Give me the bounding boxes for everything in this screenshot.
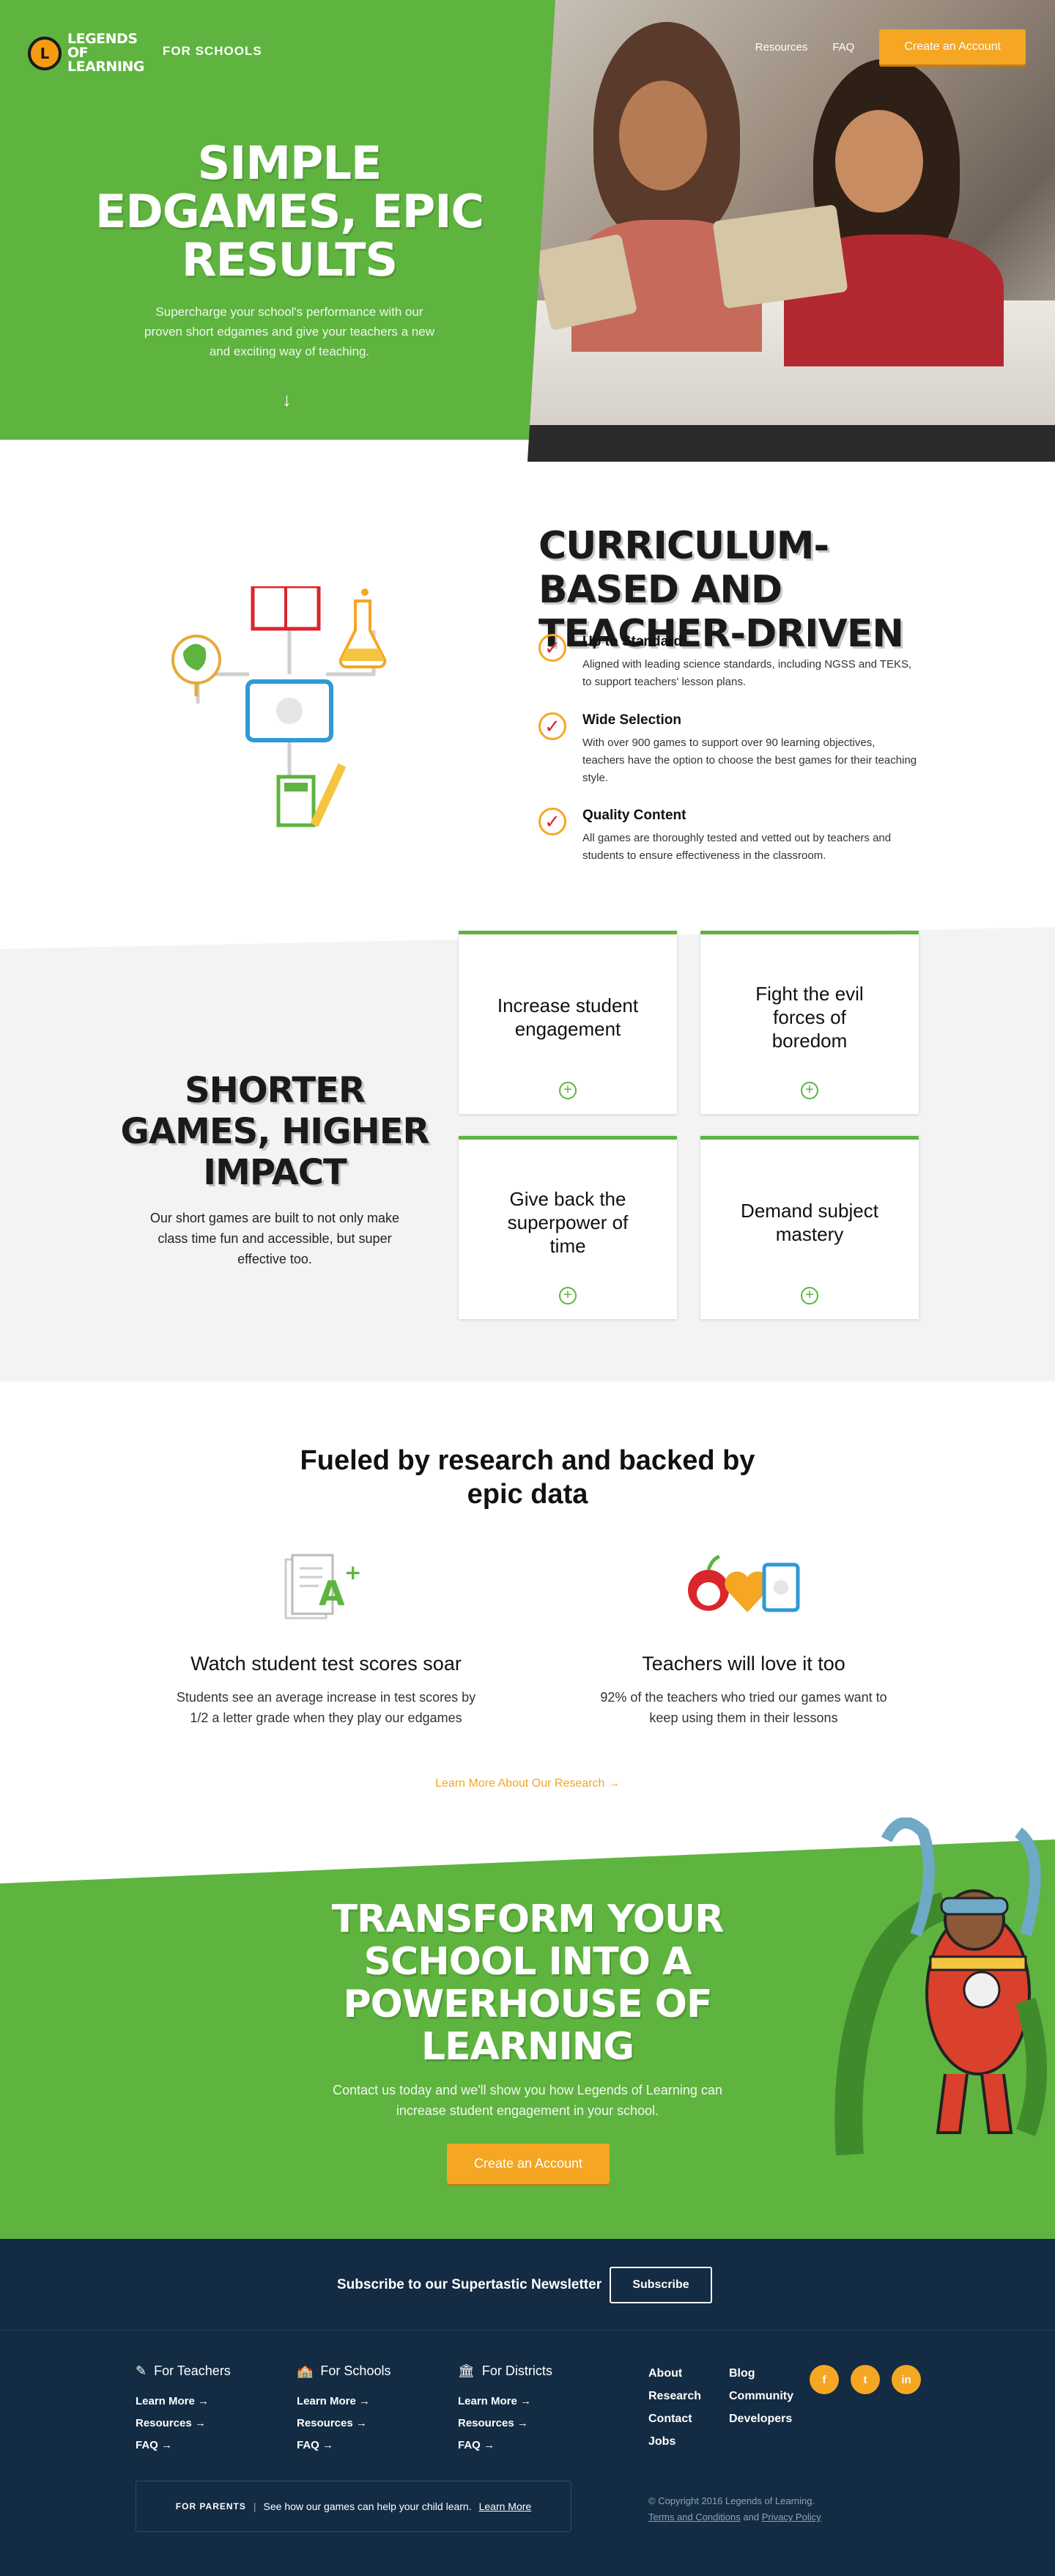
plus-circle-icon[interactable]: +: [801, 1082, 818, 1099]
copyright: © Copyright 2016 Legends of Learning. Te…: [648, 2495, 821, 2523]
footer-link-contact[interactable]: Contact: [648, 2413, 701, 2426]
footer-link[interactable]: FAQ →: [136, 2439, 231, 2451]
footer-link-about[interactable]: About: [648, 2367, 701, 2380]
footer-link[interactable]: Resources →: [136, 2417, 231, 2429]
linkedin-icon[interactable]: in: [892, 2365, 921, 2394]
feature-item: ✓ Quality Content All games are thoroughl…: [538, 808, 919, 865]
social-links: f t in: [810, 2365, 921, 2394]
footer-column-teachers: ✎ For Teachers Learn More → Resources → F…: [136, 2363, 231, 2461]
cta-title: TRANSFORM YOUR SCHOOL INTO A POWERHOUSE …: [331, 1897, 725, 2069]
card-title: Fight the evil forces of boredom: [755, 982, 864, 1052]
scroll-down-icon[interactable]: ↓: [282, 388, 292, 411]
logo[interactable]: L LEGENDS OF LEARNING: [28, 31, 144, 75]
footer-link-blog[interactable]: Blog: [729, 2367, 793, 2380]
column-title: For Teachers: [154, 2363, 231, 2378]
footer-links-a: About Research Contact Jobs: [648, 2367, 701, 2458]
building-icon: 🏛: [458, 2363, 475, 2378]
facebook-icon[interactable]: f: [810, 2365, 839, 2394]
card-title: Give back the superpower of time: [507, 1187, 629, 1257]
card-title: Demand subject mastery: [741, 1199, 878, 1245]
create-account-button[interactable]: Create an Account: [879, 29, 1026, 64]
feature-text: All games are thoroughly tested and vett…: [582, 832, 892, 862]
footer-link[interactable]: FAQ →: [297, 2439, 390, 2451]
column-title: For Schools: [320, 2363, 391, 2378]
stat-title: Watch student test scores soar: [190, 1653, 462, 1675]
nav-faq-link[interactable]: FAQ: [832, 41, 854, 53]
twitter-icon[interactable]: t: [851, 2365, 880, 2394]
feature-item: ✓ Up to Standard Aligned with leading sci…: [538, 634, 919, 691]
card-title: Increase student engagement: [497, 994, 639, 1040]
newsletter-bar: Subscribe to our Supertastic Newsletter …: [0, 2239, 1055, 2330]
hero-subtitle: Supercharge your school's performance wi…: [144, 305, 434, 358]
parents-text: See how our games can help your child le…: [263, 2501, 472, 2512]
stat-text: Students see an average increase in test…: [176, 1690, 476, 1725]
svg-text:A: A: [319, 1573, 345, 1613]
feature-title: Quality Content: [582, 808, 686, 823]
stat-block: Teachers will love it too 92% of the tea…: [590, 1653, 897, 1728]
privacy-link[interactable]: Privacy Policy: [762, 2512, 821, 2523]
checkmark-icon: ✓: [538, 808, 566, 835]
curriculum-illustration: [171, 586, 387, 827]
school-icon: 🏫: [297, 2363, 314, 2378]
checkmark-icon: ✓: [538, 712, 566, 740]
footer-link-community[interactable]: Community: [729, 2390, 793, 2403]
stat-block: Watch student test scores soar Students …: [172, 1653, 480, 1728]
stat-title: Teachers will love it too: [642, 1653, 845, 1675]
ruler-icon: [310, 763, 347, 827]
nav-resources-link[interactable]: Resources: [755, 41, 808, 53]
logo-icon: L: [28, 36, 62, 70]
benefit-card[interactable]: Demand subject mastery +: [700, 1136, 919, 1319]
shorter-title: SHORTER GAMES, HIGHER IMPACT: [120, 1070, 430, 1193]
footer-link-research[interactable]: Research: [648, 2390, 701, 2403]
pencil-icon: ✎: [136, 2363, 147, 2378]
feature-text: Aligned with leading science standards, …: [582, 658, 912, 688]
research-learn-more-link[interactable]: Learn More About Our Research →: [0, 1777, 1055, 1790]
benefit-card[interactable]: Fight the evil forces of boredom +: [700, 931, 919, 1114]
footer-link[interactable]: Resources →: [458, 2417, 552, 2429]
hero-title: SIMPLE EDGAMES, EPIC RESULTS: [95, 136, 484, 287]
footer-link[interactable]: FAQ →: [458, 2439, 552, 2451]
hero-text: SIMPLE EDGAMES, EPIC RESULTS Supercharge…: [73, 139, 506, 361]
top-nav: L LEGENDS OF LEARNING FOR SCHOOLS Resour…: [0, 26, 1055, 74]
terms-link[interactable]: Terms and Conditions: [648, 2512, 741, 2523]
research-title: Fueled by research and backed by epic da…: [300, 1445, 755, 1510]
stat-text: 92% of the teachers who tried our games …: [600, 1690, 887, 1725]
cta-create-account-button[interactable]: Create an Account: [447, 2144, 610, 2184]
footer-link[interactable]: Learn More →: [458, 2395, 552, 2407]
footer-link[interactable]: Learn More →: [297, 2395, 390, 2407]
robot-mascot-illustration: [834, 1817, 1047, 2156]
shorter-subtitle: Our short games are built to not only ma…: [149, 1211, 400, 1266]
feature-title: Up to Standard: [582, 634, 683, 649]
section-label: FOR SCHOOLS: [163, 44, 262, 58]
footer-link[interactable]: Resources →: [297, 2417, 390, 2429]
nav-links: Resources FAQ Create an Account: [755, 29, 1026, 64]
newsletter-text: Subscribe to our Supertastic Newsletter: [337, 2277, 602, 2292]
footer-link[interactable]: Learn More →: [136, 2395, 231, 2407]
checkmark-icon: ✓: [538, 634, 566, 662]
footer-column-districts: 🏛 For Districts Learn More → Resources → …: [458, 2363, 552, 2461]
parents-box: FOR PARENTS | See how our games can help…: [136, 2481, 571, 2532]
a-plus-paper-icon: A +: [284, 1554, 361, 1620]
parents-learn-more-link[interactable]: Learn More: [479, 2501, 532, 2512]
apple-heart-tablet-icon: [688, 1554, 800, 1612]
plus-circle-icon[interactable]: +: [801, 1287, 818, 1304]
column-title: For Districts: [481, 2363, 552, 2378]
benefit-card[interactable]: Give back the superpower of time +: [459, 1136, 677, 1319]
footer-link-developers[interactable]: Developers: [729, 2413, 793, 2426]
footer: Subscribe to our Supertastic Newsletter …: [0, 2239, 1055, 2576]
benefit-card[interactable]: Increase student engagement +: [459, 931, 677, 1114]
feature-title: Wide Selection: [582, 712, 681, 728]
footer-column-schools: 🏫 For Schools Learn More → Resources → FA…: [297, 2363, 390, 2461]
logo-text: LEGENDS OF LEARNING: [67, 31, 144, 75]
parents-label: FOR PARENTS: [175, 2501, 246, 2512]
svg-text:+: +: [344, 1560, 361, 1584]
footer-link-jobs[interactable]: Jobs: [648, 2435, 701, 2448]
footer-links-b: Blog Community Developers: [729, 2367, 793, 2435]
cta-subtitle: Contact us today and we'll show you how …: [333, 2083, 722, 2118]
subscribe-button[interactable]: Subscribe: [610, 2267, 712, 2303]
feature-text: With over 900 games to support over 90 l…: [582, 737, 917, 784]
plus-circle-icon[interactable]: +: [559, 1287, 577, 1304]
feature-item: ✓ Wide Selection With over 900 games to s…: [538, 712, 919, 787]
plus-circle-icon[interactable]: +: [559, 1082, 577, 1099]
